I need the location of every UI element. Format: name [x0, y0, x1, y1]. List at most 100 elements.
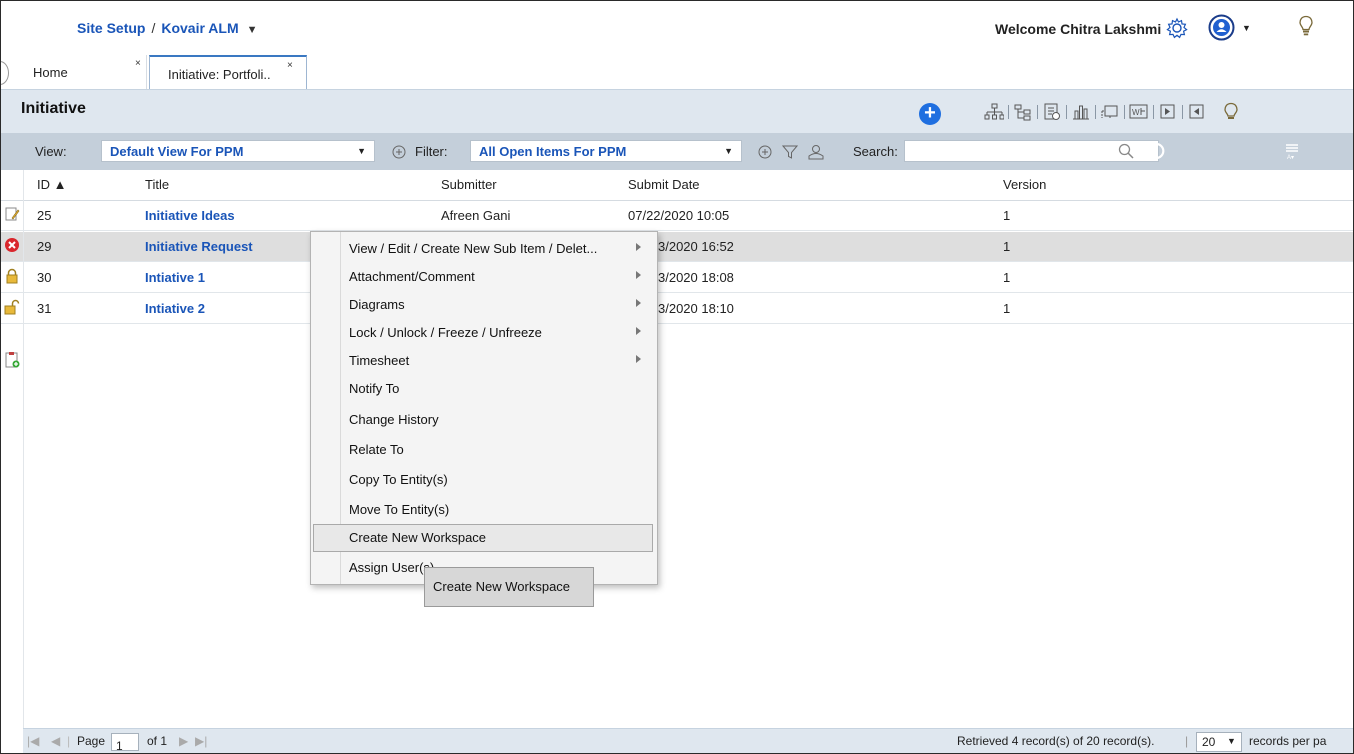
submenu-arrow-icon: [636, 327, 641, 335]
unlock-icon[interactable]: [4, 299, 20, 315]
cell-title-link[interactable]: Initiative Ideas: [145, 208, 235, 223]
next-page-icon[interactable]: ▶: [179, 734, 188, 748]
tab-initiative-portfolio[interactable]: Initiative: Portfoli.. ×: [149, 55, 307, 89]
welcome-text: Welcome Chitra Lakshmi: [995, 21, 1162, 37]
menu-item-label: Relate To: [349, 442, 404, 457]
diagram-icon[interactable]: [1097, 102, 1123, 122]
menu-item-lock-freeze[interactable]: Lock / Unlock / Freeze / Unfreeze: [313, 319, 653, 347]
chart-icon[interactable]: [1068, 102, 1094, 122]
menu-item-label: Move To Entity(s): [349, 502, 450, 517]
delete-circle-icon[interactable]: [4, 237, 20, 253]
page-number-input[interactable]: 1: [111, 733, 139, 753]
tab-home-label: Home: [33, 65, 68, 80]
menu-item-timesheet[interactable]: Timesheet: [313, 347, 653, 375]
report-icon[interactable]: [1039, 102, 1065, 122]
idea-bulb-icon[interactable]: [1218, 102, 1244, 122]
tab-home-close-icon[interactable]: ×: [135, 58, 141, 69]
sort-order-icon[interactable]: A▾: [1285, 143, 1299, 161]
filter-label: Filter:: [415, 144, 448, 159]
tab-initiative-close-icon[interactable]: ×: [287, 60, 293, 71]
menu-item-label: Copy To Entity(s): [349, 472, 448, 487]
menu-item-change-history[interactable]: Change History: [313, 406, 653, 434]
settings-gear-icon[interactable]: [1166, 17, 1188, 39]
col-header-id[interactable]: ID ▲: [37, 177, 66, 192]
menu-item-move-to-entity[interactable]: Move To Entity(s): [313, 496, 653, 524]
records-per-page-value: 20: [1202, 735, 1216, 749]
cell-submit-date: 3/2020 18:08: [658, 270, 734, 285]
cell-title-link[interactable]: Initiative Request: [145, 239, 253, 254]
menu-item-relate-to[interactable]: Relate To: [313, 436, 653, 464]
page-of-label: of 1: [147, 734, 168, 748]
cell-title-link[interactable]: Intiative 2: [145, 301, 205, 316]
table-row[interactable]: 30 Intiative 1 3/2020 18:08 1: [1, 263, 1353, 293]
add-item-button[interactable]: +: [919, 103, 941, 125]
add-document-icon[interactable]: [4, 351, 20, 369]
table-row[interactable]: 25 Initiative Ideas Afreen Gani 07/22/20…: [1, 201, 1353, 231]
menu-item-label: Change History: [349, 412, 439, 427]
col-header-submit-date[interactable]: Submit Date: [628, 177, 700, 192]
tooltip-text: Create New Workspace: [433, 579, 571, 594]
search-magnifier-icon[interactable]: [1118, 143, 1134, 159]
table-row[interactable]: 31 Intiative 2 3/2020 18:10 1: [1, 294, 1353, 324]
cell-version: 1: [1003, 208, 1011, 223]
footer-divider: |: [1185, 734, 1189, 748]
view-dropdown-icon[interactable]: ▼: [357, 146, 366, 156]
menu-item-label: Diagrams: [349, 297, 405, 312]
menu-item-view-edit[interactable]: View / Edit / Create New Sub Item / Dele…: [313, 235, 653, 263]
lock-icon[interactable]: [4, 268, 20, 284]
last-page-icon[interactable]: ▶|: [195, 734, 207, 748]
svg-text:W: W: [1132, 108, 1140, 117]
section-toolbar: Initiative + W: [1, 89, 1353, 134]
refresh-icon[interactable]: [1147, 142, 1165, 160]
filter-dropdown-icon[interactable]: ▼: [724, 146, 733, 156]
add-filter-circle-icon[interactable]: [392, 145, 406, 159]
filter-select[interactable]: All Open Items For PPM ▼: [470, 140, 742, 162]
filter-bar: View: Default View For PPM ▼ Filter: All…: [1, 133, 1353, 170]
cell-title-link[interactable]: Intiative 1: [145, 270, 205, 285]
tree-icon[interactable]: [1010, 102, 1036, 122]
retrieved-records-text: Retrieved 4 record(s) of 20 record(s).: [957, 734, 1155, 748]
submenu-arrow-icon: [636, 355, 641, 363]
menu-item-create-new-workspace[interactable]: Create New Workspace: [313, 524, 653, 552]
word-export-icon[interactable]: W: [1126, 102, 1152, 122]
col-header-submitter[interactable]: Submitter: [441, 177, 497, 192]
left-action-strip: [1, 170, 24, 730]
menu-item-notify-to[interactable]: Notify To: [313, 375, 653, 403]
new-filter-icon[interactable]: [758, 145, 772, 159]
lightbulb-icon[interactable]: [1298, 15, 1314, 37]
first-page-icon[interactable]: |◀: [27, 734, 39, 748]
page-number-value: 1: [116, 739, 123, 753]
pagination-footer: |◀ ◀ | Page 1 of 1 ▶ ▶| Retrieved 4 reco…: [23, 728, 1353, 753]
menu-item-label: Create New Workspace: [349, 530, 487, 545]
records-per-page-label: records per pa: [1249, 734, 1327, 748]
project-dropdown-icon[interactable]: ▼: [247, 24, 258, 36]
cell-submit-date: 3/2020 18:10: [658, 301, 734, 316]
table-row-selected[interactable]: 29 Initiative Request 3/2020 16:52 1: [1, 232, 1353, 262]
toolbar-icons: W: [981, 102, 1244, 122]
user-menu-chevron-down-icon[interactable]: ▼: [1242, 23, 1251, 33]
cell-submit-date: 3/2020 16:52: [658, 239, 734, 254]
records-per-page-dropdown-icon[interactable]: ▼: [1227, 736, 1236, 746]
menu-item-label: Notify To: [349, 381, 400, 396]
breadcrumb-project[interactable]: Kovair ALM: [161, 20, 238, 36]
user-avatar-icon[interactable]: [1208, 14, 1235, 41]
export-icon[interactable]: [1184, 102, 1210, 122]
records-per-page-select[interactable]: 20 ▼: [1196, 732, 1242, 752]
menu-item-copy-to-entity[interactable]: Copy To Entity(s): [313, 466, 653, 494]
breadcrumb-site-setup[interactable]: Site Setup: [77, 20, 145, 36]
prev-page-icon[interactable]: ◀: [51, 734, 60, 748]
import-icon[interactable]: [1155, 102, 1181, 122]
tab-initiative-label: Initiative: Portfoli..: [168, 67, 271, 82]
tab-home[interactable]: Home ×: [23, 55, 147, 89]
col-header-version[interactable]: Version: [1003, 177, 1046, 192]
submenu-arrow-icon: [636, 243, 641, 251]
hierarchy-icon[interactable]: [981, 102, 1007, 122]
cell-id: 29: [37, 239, 52, 254]
funnel-filter-icon[interactable]: [782, 144, 798, 160]
menu-item-attachment-comment[interactable]: Attachment/Comment: [313, 263, 653, 291]
view-select[interactable]: Default View For PPM ▼: [101, 140, 375, 162]
user-filter-icon[interactable]: [807, 143, 825, 161]
edit-document-icon[interactable]: [4, 206, 20, 222]
menu-item-diagrams[interactable]: Diagrams: [313, 291, 653, 319]
col-header-title[interactable]: Title: [145, 177, 169, 192]
